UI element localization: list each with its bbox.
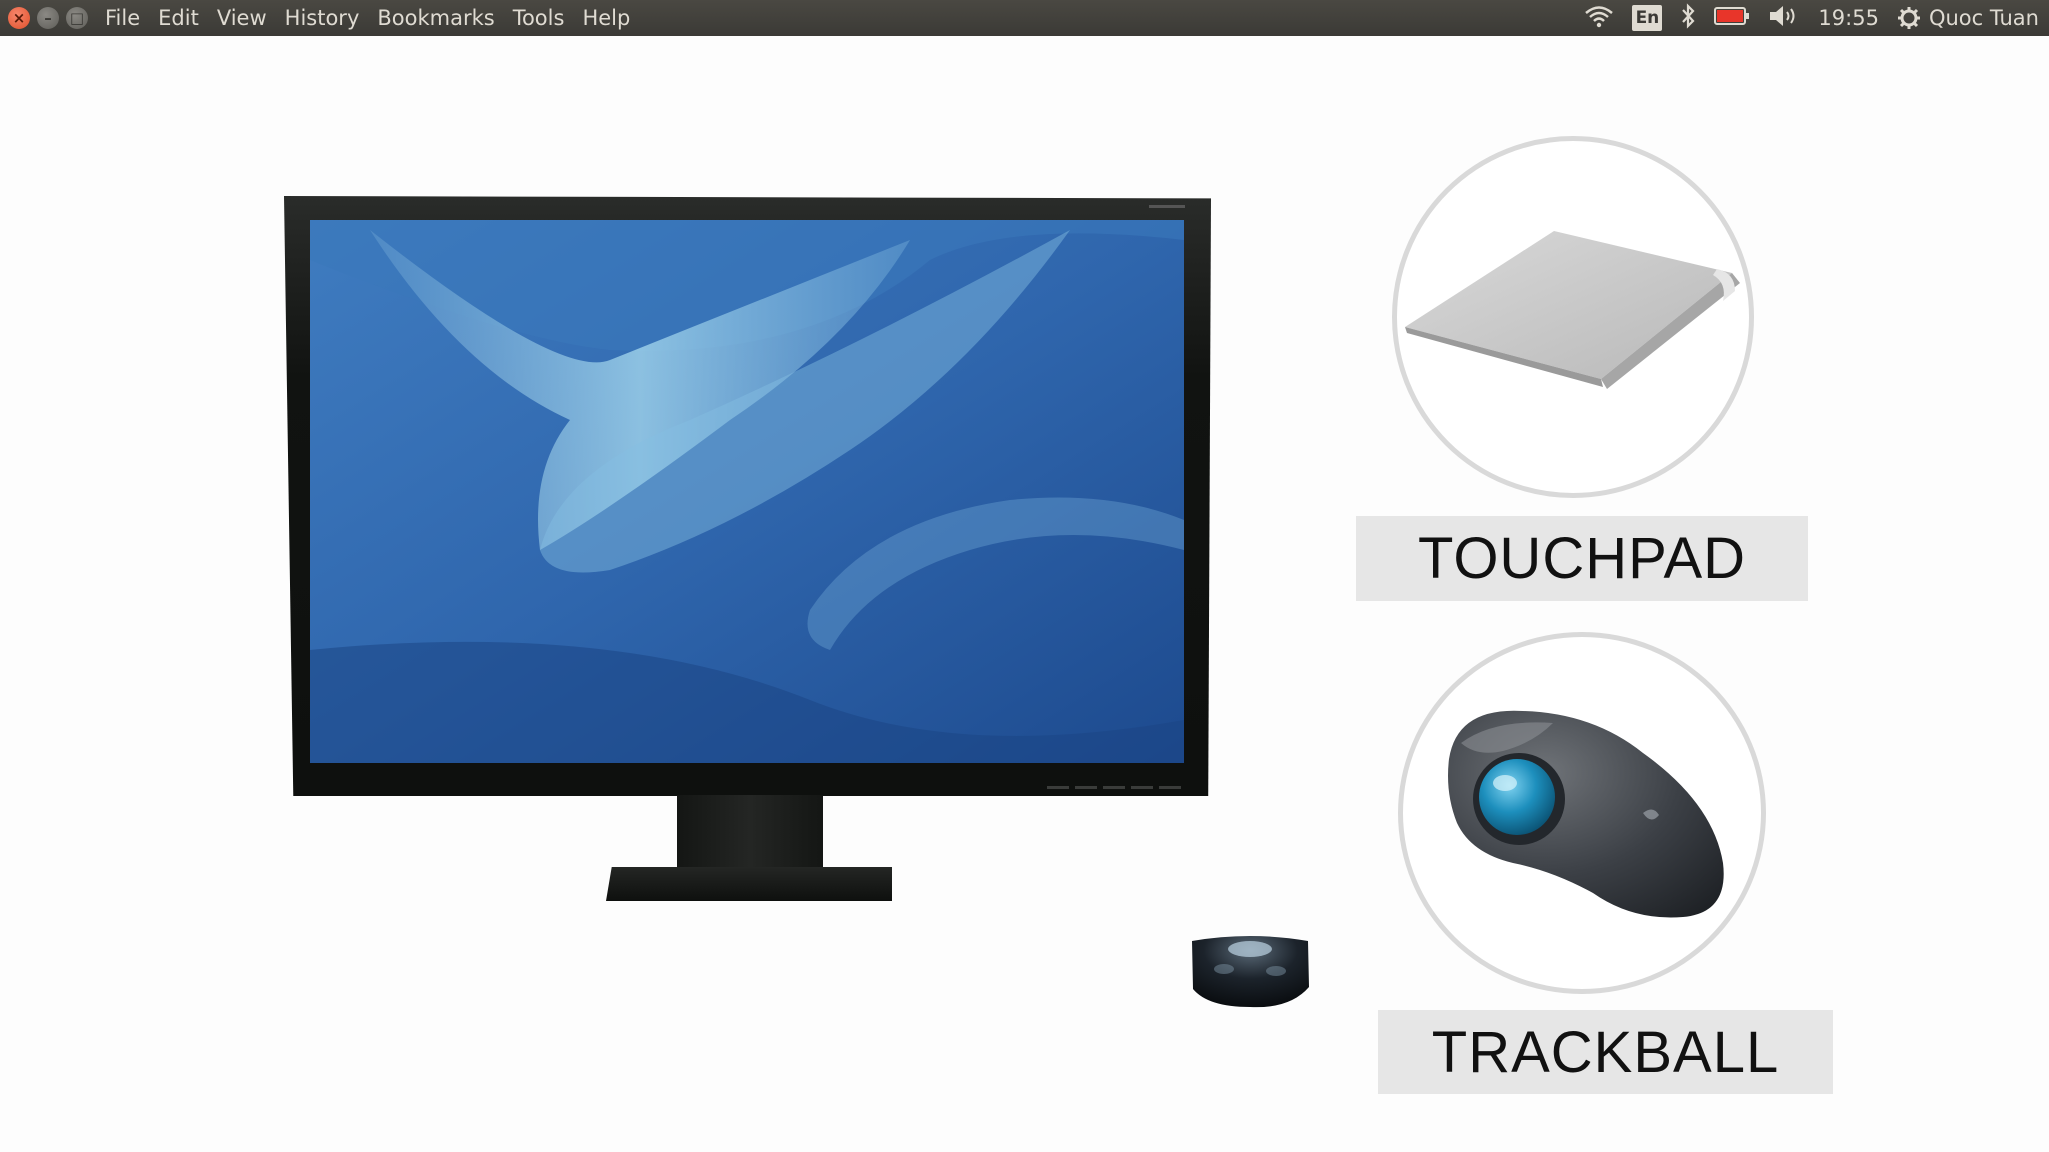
trackball-mouse-image (1448, 710, 1724, 918)
clock[interactable]: 19:55 (1818, 6, 1879, 30)
battery-icon[interactable] (1714, 6, 1750, 31)
touchpad-circle-frame (1392, 136, 1754, 498)
monitor-panel-buttons (1041, 786, 1181, 789)
gear-icon (1897, 7, 1920, 29)
monitor-brand-mark (1149, 205, 1185, 208)
small-trackball-device (1190, 935, 1311, 1009)
user-name: Quoc Tuan (1928, 6, 2039, 30)
window-controls: × – □ (8, 7, 95, 29)
volume-icon[interactable] (1768, 4, 1800, 33)
monitor-image (284, 196, 1211, 796)
menu-bar: File Edit View History Bookmarks Tools H… (105, 6, 648, 30)
monitor-stand-base (606, 867, 892, 901)
monitor-screen-wallpaper (310, 220, 1184, 763)
minimize-icon[interactable]: – (37, 7, 59, 29)
touchpad-label: TOUCHPAD (1356, 516, 1808, 601)
menu-file[interactable]: File (105, 6, 140, 30)
menu-tools[interactable]: Tools (513, 6, 565, 30)
menu-view[interactable]: View (217, 6, 267, 30)
wifi-icon[interactable] (1584, 4, 1614, 33)
menu-help[interactable]: Help (582, 6, 630, 30)
keyboard-language-indicator[interactable]: En (1632, 5, 1663, 31)
trackball-circle-frame (1398, 632, 1766, 994)
touchpad-image (1405, 231, 1740, 389)
menu-edit[interactable]: Edit (158, 6, 199, 30)
close-icon[interactable]: × (8, 7, 30, 29)
bluetooth-icon[interactable] (1680, 2, 1696, 34)
system-tray: En 19:55 Quoc Tuan (1566, 0, 2039, 36)
top-menu-bar: × – □ File Edit View History Bookmarks T… (0, 0, 2049, 36)
session-menu[interactable]: Quoc Tuan (1897, 6, 2039, 30)
menu-history[interactable]: History (285, 6, 360, 30)
monitor-stand-neck (677, 795, 823, 869)
menu-bookmarks[interactable]: Bookmarks (377, 6, 494, 30)
trackball-label: TRACKBALL (1378, 1010, 1833, 1094)
maximize-icon[interactable]: □ (66, 7, 88, 29)
